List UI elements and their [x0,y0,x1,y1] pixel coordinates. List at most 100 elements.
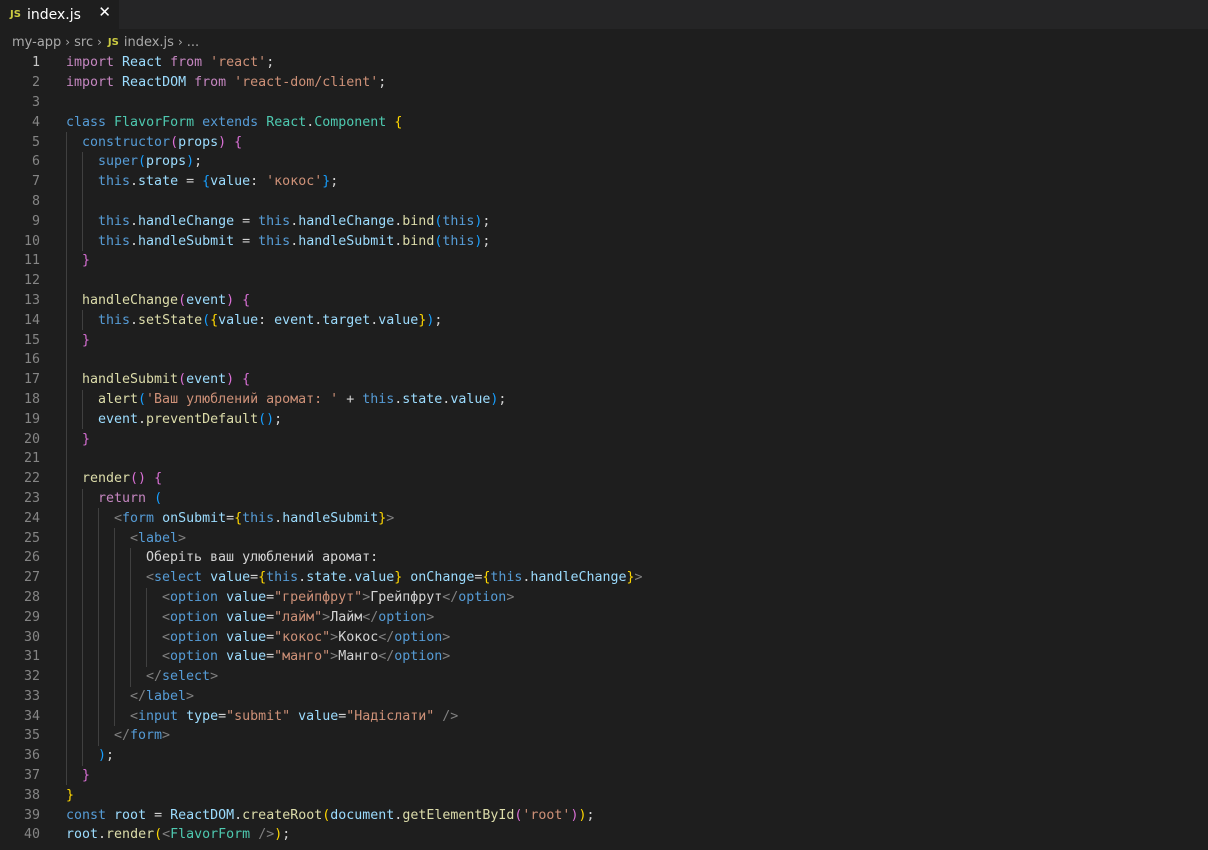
indent-guide [98,726,99,746]
code-line[interactable]: 36); [0,745,1208,766]
code-line[interactable]: 19 event.preventDefault(); [0,409,1208,430]
code-token: ; [498,391,507,407]
code-line[interactable]: 23 return ( [0,488,1208,509]
code-token: </ [378,629,395,645]
code-line[interactable]: 5 constructor(props) { [0,132,1208,152]
code-token: event [186,372,227,388]
code-line[interactable]: 11} [0,250,1208,271]
code-token: ) [186,154,195,170]
code-line[interactable]: 33 </label> [0,686,1208,707]
code-line[interactable]: 6 super(props); [0,151,1208,172]
code-token: import [66,55,115,71]
code-line[interactable]: 30 <option value="кокос">Кокос</option> [0,627,1208,647]
code-text: super(props); [98,154,202,169]
indent-guide [130,547,131,568]
code-line[interactable]: 9 this.handleChange = this.handleChange.b… [0,211,1208,232]
code-line[interactable]: 21 [0,448,1208,469]
code-token: { [394,114,403,130]
code-line[interactable]: 18 alert('Ваш улюблений аромат: ' + this.… [0,389,1208,410]
code-token: . [130,312,139,328]
code-token: handleChange [530,570,627,586]
code-token: ) [226,292,235,308]
indent-guide [82,488,83,509]
code-line[interactable]: 12 [0,270,1208,291]
code-token: + [338,391,363,407]
code-token: option [394,629,443,645]
code-token: < [162,827,171,843]
indent-guide [130,567,131,588]
code-line[interactable]: 17 handleSubmit(event) { [0,369,1208,390]
breadcrumb-item-src[interactable]: src [74,35,93,50]
breadcrumb-item-file[interactable]: index.js [124,35,174,50]
code-line[interactable]: 31 <option value="манго">Манго</option> [0,646,1208,667]
code-line[interactable]: 22 render() { [0,468,1208,489]
code-token: ; [282,827,291,843]
code-line[interactable]: 14 this.setState({value: event.target.val… [0,310,1208,331]
code-line[interactable]: 10 this.handleSubmit = this.handleSubmit.… [0,231,1208,251]
code-line[interactable]: 39 const root = ReactDOM.createRoot(docum… [0,805,1208,825]
code-line[interactable]: 28 <option value="грейпфрут">Грейпфрут</o… [0,587,1208,608]
code-token: FlavorForm [114,114,195,130]
code-token: </ [442,589,459,605]
code-line[interactable]: 26 Оберіть ваш улюблений аромат: [0,547,1208,568]
code-token: ( [170,134,179,150]
indent-guide [66,349,67,370]
code-line[interactable]: 16 [0,349,1208,370]
indent-guide [66,646,67,667]
code-line[interactable]: 15} [0,330,1208,350]
code-token: value [226,589,267,605]
code-line[interactable]: 40 root.render(<FlavorForm />); [0,825,1208,845]
code-line[interactable]: 7 this.state = {value: 'кокос'}; [0,171,1208,192]
indent-guide [66,369,67,390]
code-line[interactable]: 1 import React from 'react'; [0,53,1208,73]
code-token: ) [218,134,227,150]
code-line[interactable]: 35 </form> [0,726,1208,746]
code-token: ; [482,213,491,229]
indent-guide [114,587,115,608]
code-text: this.handleSubmit = this.handleSubmit.bi… [98,234,490,249]
code-line[interactable]: 4 class FlavorForm extends React.Componen… [0,112,1208,132]
tab-index-js[interactable]: JS index.js ✕ [0,0,119,29]
code-line[interactable]: 37} [0,765,1208,786]
code-token: option [378,609,427,625]
code-text: render() { [82,471,162,486]
code-token: </ [146,669,163,685]
code-line[interactable]: 13 handleChange(event) { [0,290,1208,311]
code-token: target [322,312,371,328]
code-token: "кокос" [274,629,331,645]
code-token: state [306,570,347,586]
code-line[interactable]: 20} [0,429,1208,449]
breadcrumb-item-my-app[interactable]: my-app [12,35,61,50]
indent-guide [82,211,83,232]
code-line[interactable]: 32 </select> [0,666,1208,687]
code-line[interactable]: 29 <option value="лайм">Лайм</option> [0,607,1208,628]
code-text: import React from 'react'; [66,55,274,70]
code-line[interactable]: 34 <input type="submit" value="Надіслати"… [0,706,1208,727]
code-text: alert('Ваш улюблений аромат: ' + this.st… [98,392,506,407]
code-text: } [82,768,90,783]
code-token: React [266,114,307,130]
indent-guide [66,310,67,331]
code-editor[interactable]: 1 import React from 'react'; 2 import React… [0,53,1208,850]
code-token: 'Ваш улюблений аромат: ' [146,391,339,407]
breadcrumb-item-symbol[interactable]: ... [187,35,199,50]
code-token: value [226,649,267,665]
code-text: <option value="грейпфрут">Грейпфрут</opt… [162,590,514,605]
code-line[interactable]: 38} [0,785,1208,805]
code-line[interactable]: 3 [0,93,1208,113]
code-line[interactable]: 24 <form onSubmit={this.handleSubmit}> [0,508,1208,529]
code-line[interactable]: 25 <label> [0,528,1208,548]
indent-guide [82,231,83,251]
code-text: <option value="кокос">Кокос</option> [162,630,450,645]
close-icon[interactable]: ✕ [98,3,111,21]
code-line[interactable]: 8 [0,191,1208,212]
code-token: } [82,253,91,269]
code-text: Оберіть ваш улюблений аромат: [146,550,378,565]
code-token: = [146,807,171,823]
code-token: > [186,688,195,704]
code-line[interactable]: 2 import ReactDOM from 'react-dom/client'… [0,73,1208,93]
code-line[interactable]: 27 <select value={this.state.value} onCha… [0,567,1208,588]
